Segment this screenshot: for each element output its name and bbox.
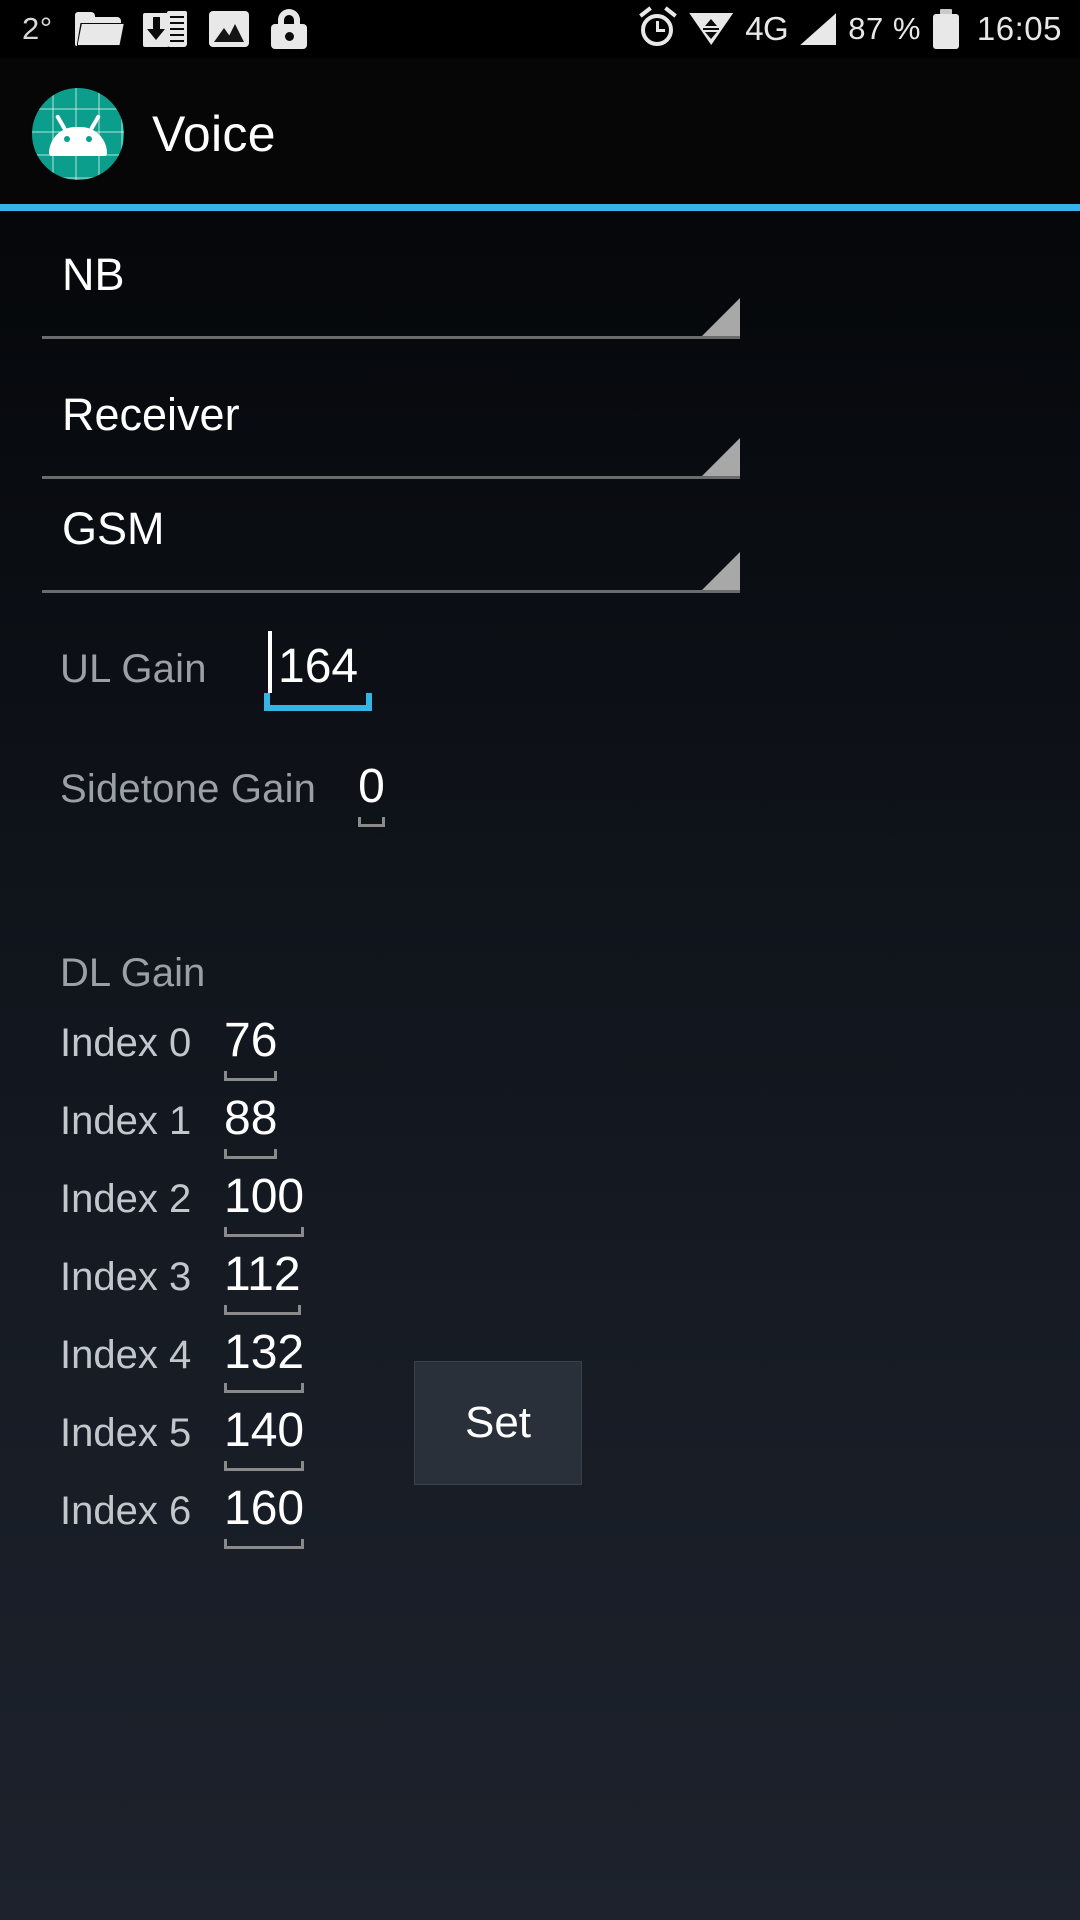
output-device-spinner-value: Receiver: [62, 389, 240, 440]
screen: 2° 4G 87 % 16:05 Voice NB Receiver GSM U…: [0, 0, 1080, 1920]
sidetone-gain-row: Sidetone Gain 0: [60, 760, 385, 827]
accent-divider: [0, 204, 1080, 211]
index-value: 132: [224, 1326, 305, 1379]
input-underline: [224, 1227, 305, 1237]
app-bar: Voice: [0, 58, 1080, 210]
ul-gain-label: UL Gain: [60, 647, 207, 691]
text-cursor: [268, 631, 272, 693]
index-value: 140: [224, 1404, 305, 1457]
list-item: Index 1 88: [60, 1095, 580, 1173]
list-item: Index 3 112: [60, 1251, 580, 1329]
input-underline: [224, 1461, 305, 1471]
index-label: Index 5: [60, 1411, 192, 1455]
input-underline: [224, 1149, 278, 1159]
lock-icon: [270, 9, 307, 49]
clock-label: 16:05: [976, 10, 1062, 47]
index-value: 76: [224, 1014, 278, 1067]
network-mode-spinner-value: GSM: [62, 503, 165, 554]
index-value: 100: [224, 1170, 305, 1223]
status-bar: 2° 4G 87 % 16:05: [0, 0, 1080, 58]
index-value: 112: [224, 1248, 301, 1301]
band-spinner[interactable]: NB: [42, 243, 740, 339]
alarm-icon: [639, 6, 678, 48]
input-underline: [224, 1539, 305, 1549]
set-button-label: Set: [464, 1398, 532, 1447]
sidetone-gain-value: 0: [358, 760, 385, 813]
network-mode-spinner[interactable]: GSM: [42, 497, 740, 593]
index-label: Index 2: [60, 1177, 192, 1221]
output-device-spinner[interactable]: Receiver: [42, 383, 740, 479]
list-item: Index 2 100: [60, 1173, 580, 1251]
page-title: Voice: [152, 106, 276, 162]
input-underline: [224, 1305, 301, 1315]
android-robot-icon: [32, 88, 124, 180]
set-button[interactable]: Set: [414, 1361, 582, 1485]
input-underline: [224, 1383, 305, 1393]
chevron-down-icon: [702, 438, 740, 476]
ul-gain-input[interactable]: 164: [264, 631, 373, 711]
battery-icon: [932, 9, 959, 49]
ul-gain-value: 164: [278, 640, 359, 693]
sidetone-gain-input[interactable]: 0: [358, 760, 385, 827]
index-3-input[interactable]: 112: [224, 1248, 301, 1315]
picture-icon: [208, 11, 249, 47]
spinner-underline: [42, 590, 740, 593]
index-4-input[interactable]: 132: [224, 1326, 305, 1393]
list-item: Index 6 160: [60, 1485, 580, 1563]
index-0-input[interactable]: 76: [224, 1014, 278, 1081]
status-bar-right: 4G 87 % 16:05: [639, 6, 1062, 49]
sd-card-download-icon: [142, 11, 187, 47]
wifi-icon: [689, 11, 734, 47]
index-label: Index 3: [60, 1255, 192, 1299]
sidetone-gain-label: Sidetone Gain: [60, 767, 317, 811]
input-underline: [224, 1071, 278, 1081]
index-label: Index 0: [60, 1021, 192, 1065]
ul-gain-row: UL Gain 164: [60, 631, 373, 711]
spinner-underline: [42, 336, 740, 339]
index-1-input[interactable]: 88: [224, 1092, 278, 1159]
index-label: Index 6: [60, 1489, 192, 1533]
index-2-input[interactable]: 100: [224, 1170, 305, 1237]
index-value: 160: [224, 1482, 305, 1535]
chevron-down-icon: [702, 298, 740, 336]
index-5-input[interactable]: 140: [224, 1404, 305, 1471]
signal-icon: [800, 13, 837, 45]
spinner-underline: [42, 476, 740, 479]
index-6-input[interactable]: 160: [224, 1482, 305, 1549]
index-label: Index 4: [60, 1333, 192, 1377]
battery-percent-label: 87 %: [848, 11, 921, 46]
chevron-down-icon: [702, 552, 740, 590]
index-label: Index 1: [60, 1099, 192, 1143]
list-item: Index 0 76: [60, 1017, 580, 1095]
index-value: 88: [224, 1092, 278, 1145]
settings-form: NB Receiver GSM UL Gain 164 Sidetone Gai…: [0, 211, 1080, 1920]
input-underline: [358, 817, 385, 827]
status-bar-left: 2°: [22, 9, 307, 49]
band-spinner-value: NB: [62, 249, 125, 300]
network-type-label: 4G: [745, 10, 789, 47]
dl-gain-section-title: DL Gain: [60, 951, 206, 995]
input-underline-focused: [264, 693, 373, 711]
folder-icon: [74, 12, 125, 46]
temperature-indicator: 2°: [22, 11, 53, 46]
